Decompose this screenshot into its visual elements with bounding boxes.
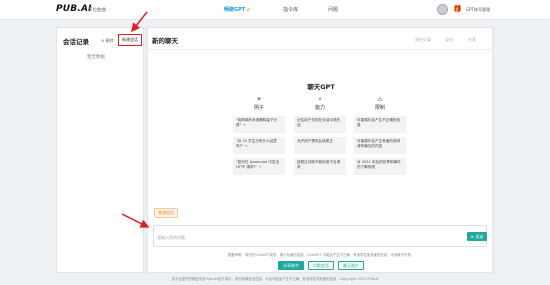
- capability-card: 记住用户先前在对话中说的话: [294, 116, 346, 133]
- send-button[interactable]: ➤ 发送: [467, 232, 487, 241]
- limitations-column: ⚠ 限制 可能偶尔会产生不正确的信息 可能偶尔会产生有害的说明或有偏见的内容 对…: [354, 96, 406, 179]
- limitation-card: 对 2021 年后的世界和事件的了解有限: [354, 158, 406, 175]
- header-divider: [148, 49, 494, 50]
- examples-column: ☀ 例子 "用简单的术语解释量子计算" → "对 10 岁生日有什么创意吗?" …: [233, 96, 285, 179]
- warning-icon: ⚠: [377, 96, 383, 103]
- app-logo[interactable]: PUB.AI: [56, 4, 92, 14]
- top-navbar: PUB.AI 布拉曲曲 畅聊GPT火 指令库 问题 🎁 GPT帐号管理: [0, 0, 550, 20]
- chat-image-button[interactable]: 聊天图片: [338, 261, 364, 270]
- sun-icon: ☀: [256, 96, 262, 103]
- limitation-card: 可能偶尔会产生不正确的信息: [354, 116, 406, 133]
- example-card[interactable]: "对 10 岁生日有什么创意吗?" →: [233, 137, 285, 154]
- bottom-actions: 分享指令 切换会话 聊天图片: [148, 261, 494, 270]
- column-heading: 例子: [253, 105, 264, 111]
- sidebar-title: 会话记录: [63, 38, 89, 46]
- switch-conversation-button[interactable]: 切换会话: [308, 261, 334, 270]
- avatar[interactable]: [437, 4, 448, 15]
- capabilities-column: ⚡ 能力 记住用户先前在对话中说的话 允许用户提供后续更正 接受过训练不能拒绝不…: [294, 96, 346, 179]
- capability-card: 接受过训练不能拒绝不当请求: [294, 158, 346, 175]
- mode-tag[interactable]: 普通会话: [154, 208, 178, 218]
- message-input-box: ➤ 发送: [153, 225, 487, 247]
- lightning-icon: ⚡: [317, 96, 323, 103]
- share-button[interactable]: 分享: [468, 37, 476, 43]
- disclaimer-text: 重要声明：请勿在ChatGPT发布、展示有害的信息。ChatGPT 可能会产生不…: [227, 253, 415, 257]
- chat-welcome-title: 聊天GPT: [307, 83, 335, 91]
- example-card[interactable]: "用简单的术语解释量子计算" →: [233, 116, 285, 133]
- nav-item-chat[interactable]: 畅聊GPT火: [224, 6, 250, 13]
- send-icon: ➤: [470, 234, 475, 239]
- trash-icon: ⊘: [101, 38, 105, 43]
- capability-card: 允许用户提供后续更正: [294, 137, 346, 154]
- export-button[interactable]: 导出: [445, 37, 453, 43]
- gift-icon[interactable]: 🎁: [453, 5, 462, 13]
- chat-panel: 新的聊天 清空记录 导出 分享 聊天GPT ☀ 例子 "用简单的术语解释量子计算…: [147, 27, 494, 273]
- column-heading: 能力: [314, 105, 325, 111]
- nav-item-prompts[interactable]: 指令库: [283, 6, 298, 13]
- delete-button[interactable]: ⊘ 删除: [101, 38, 114, 44]
- page-title: 新的聊天: [152, 37, 178, 45]
- clear-history-button[interactable]: 清空记录: [415, 37, 431, 43]
- footer-text: 该平台提供的模型来自OpenAI官方接口，请勿传播违法信息，平台可能会产生不正确…: [171, 277, 379, 281]
- account-link[interactable]: GPT帐号管理: [466, 7, 490, 13]
- limitation-card: 可能偶尔会产生有害的说明或有偏见的内容: [354, 137, 406, 154]
- message-input[interactable]: [157, 232, 457, 242]
- conversation-sidebar: 会话记录 ⊘ 删除 新建会话 暂无数据: [56, 27, 144, 273]
- column-heading: 限制: [374, 105, 385, 111]
- new-conversation-button[interactable]: 新建会话: [118, 34, 142, 46]
- empty-state-text: 暂无数据: [87, 55, 105, 60]
- logo-subtitle: 布拉曲曲: [88, 8, 106, 13]
- share-prompt-button[interactable]: 分享指令: [278, 261, 304, 270]
- hot-icon: 火: [246, 7, 251, 12]
- example-card[interactable]: "如何在 Javascript 中发出 HTTP 请求?" →: [233, 158, 285, 175]
- nav-item-questions[interactable]: 问题: [328, 6, 338, 13]
